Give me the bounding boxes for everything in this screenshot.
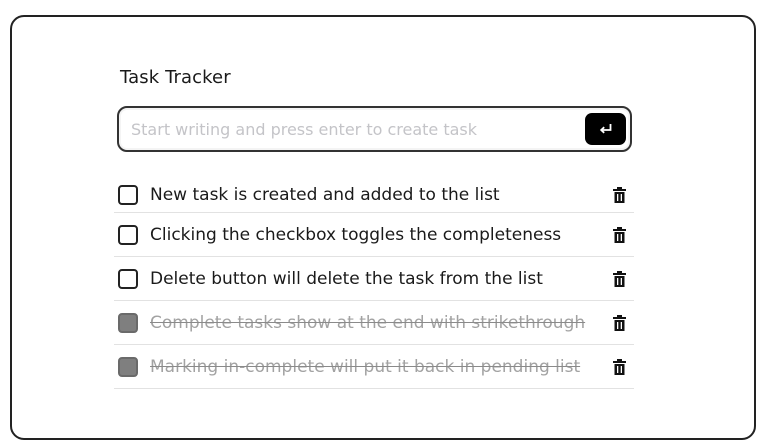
delete-task-button[interactable] — [611, 226, 627, 244]
submit-task-button[interactable] — [585, 113, 626, 145]
task-checkbox-checked[interactable] — [118, 312, 138, 333]
task-text: New task is created and added to the lis… — [150, 184, 500, 205]
task-item: New task is created and added to the lis… — [114, 177, 634, 213]
task-text: Marking in-complete will put it back in … — [150, 356, 581, 377]
delete-task-button[interactable] — [611, 186, 627, 204]
trash-icon — [612, 358, 626, 375]
task-checkbox-checked[interactable] — [118, 356, 138, 377]
task-text: Complete tasks show at the end with stri… — [150, 312, 586, 333]
task-item-completed: Complete tasks show at the end with stri… — [114, 301, 634, 345]
task-input[interactable] — [131, 116, 571, 142]
page-title: Task Tracker — [120, 67, 231, 88]
trash-icon — [612, 186, 626, 203]
enter-return-icon — [599, 124, 611, 134]
task-checkbox[interactable] — [118, 224, 138, 245]
delete-task-button[interactable] — [611, 314, 627, 332]
trash-icon — [612, 314, 626, 331]
task-checkbox[interactable] — [118, 268, 138, 289]
delete-task-button[interactable] — [611, 358, 627, 376]
task-input-container — [117, 106, 632, 152]
task-list: New task is created and added to the lis… — [114, 177, 634, 389]
task-item: Delete button will delete the task from … — [114, 257, 634, 301]
task-text: Clicking the checkbox toggles the comple… — [150, 224, 562, 245]
delete-task-button[interactable] — [611, 270, 627, 288]
task-item-completed: Marking in-complete will put it back in … — [114, 345, 634, 389]
task-checkbox[interactable] — [118, 184, 138, 205]
trash-icon — [612, 226, 626, 243]
task-tracker-card: Task Tracker New task is created and add… — [10, 15, 756, 440]
task-item: Clicking the checkbox toggles the comple… — [114, 213, 634, 257]
trash-icon — [612, 270, 626, 287]
task-text: Delete button will delete the task from … — [150, 268, 543, 289]
